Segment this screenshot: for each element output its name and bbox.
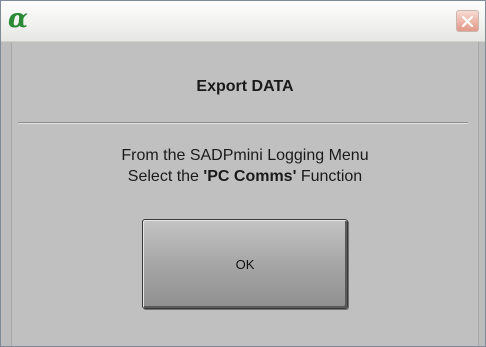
title-bar[interactable]: α bbox=[1, 1, 485, 42]
message-line-2-suffix: Function bbox=[296, 168, 363, 185]
dialog-window: α Export DATA From the SADPmini Logging … bbox=[0, 0, 486, 347]
ok-button[interactable]: OK bbox=[142, 219, 348, 309]
dialog-body: Export DATA From the SADPmini Logging Me… bbox=[11, 42, 479, 346]
message-line-2: Select the 'PC Comms' Function bbox=[12, 166, 478, 187]
close-button[interactable] bbox=[456, 10, 479, 32]
message-line-2-prefix: Select the bbox=[127, 168, 204, 185]
alpha-logo-icon: α bbox=[8, 4, 29, 34]
dialog-message: From the SADPmini Logging Menu Select th… bbox=[12, 145, 478, 187]
ok-button-label: OK bbox=[235, 256, 255, 272]
pc-comms-emphasis: 'PC Comms' bbox=[203, 168, 297, 185]
close-icon bbox=[461, 15, 474, 27]
message-line-1: From the SADPmini Logging Menu bbox=[121, 147, 369, 164]
divider bbox=[18, 122, 468, 124]
dialog-heading: Export DATA bbox=[196, 78, 294, 95]
